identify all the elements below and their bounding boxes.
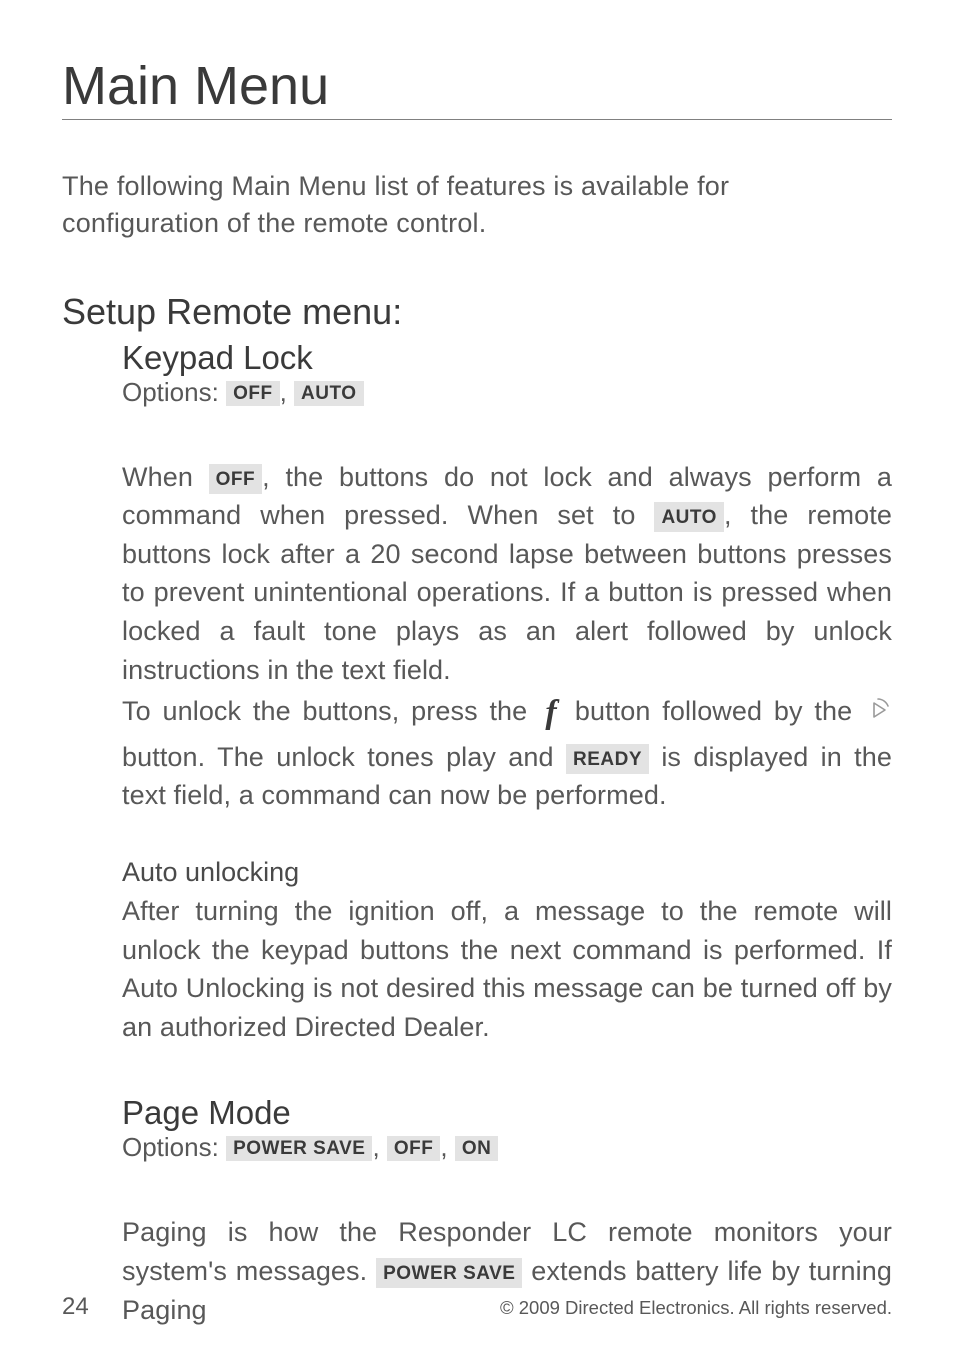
page-mode-options-line: Options: POWER SAVE, OFF, ON xyxy=(122,1132,892,1163)
options-label: Options: xyxy=(122,377,226,407)
option-separator: , xyxy=(372,1132,386,1162)
keypad-body: When OFF, the buttons do not lock and al… xyxy=(122,458,892,815)
option-separator: , xyxy=(280,377,294,407)
page-mode-heading: Page Mode xyxy=(122,1094,892,1132)
option-on-tag: ON xyxy=(455,1136,499,1161)
off-tag-inline: OFF xyxy=(209,464,263,494)
page-footer: 24 © 2009 Directed Electronics. All righ… xyxy=(62,1293,892,1321)
option-powersave-tag: POWER SAVE xyxy=(226,1136,372,1161)
copyright-text: © 2009 Directed Electronics. All rights … xyxy=(500,1297,892,1319)
option-off-tag: OFF xyxy=(387,1136,441,1161)
aux-button-icon xyxy=(864,696,892,724)
text-paragraph: After turning the ignition off, a messag… xyxy=(122,892,892,1046)
keypad-lock-heading: Keypad Lock xyxy=(122,339,892,377)
option-auto-tag: AUTO xyxy=(294,381,363,406)
text-fragment: button. The unlock tones play and xyxy=(122,742,566,772)
function-button-icon: f xyxy=(539,689,563,738)
keypad-options-line: Options: OFF, AUTO xyxy=(122,377,892,408)
option-off-tag: OFF xyxy=(226,381,280,406)
text-fragment: button followed by the xyxy=(563,696,864,726)
options-label: Options: xyxy=(122,1132,226,1162)
text-fragment: To unlock the buttons, press the xyxy=(122,696,539,726)
auto-unlocking-body: After turning the ignition off, a messag… xyxy=(122,892,892,1046)
setup-remote-heading: Setup Remote menu: xyxy=(62,291,892,333)
page-number: 24 xyxy=(62,1293,89,1321)
page-title: Main Menu xyxy=(62,55,892,120)
option-separator: , xyxy=(440,1132,454,1162)
text-fragment: When xyxy=(122,462,209,492)
powersave-tag-inline: POWER SAVE xyxy=(376,1258,522,1288)
ready-tag: READY xyxy=(566,744,649,774)
intro-paragraph: The following Main Menu list of features… xyxy=(62,168,892,243)
auto-unlocking-heading: Auto unlocking xyxy=(122,857,892,888)
auto-tag-inline: AUTO xyxy=(654,502,723,532)
